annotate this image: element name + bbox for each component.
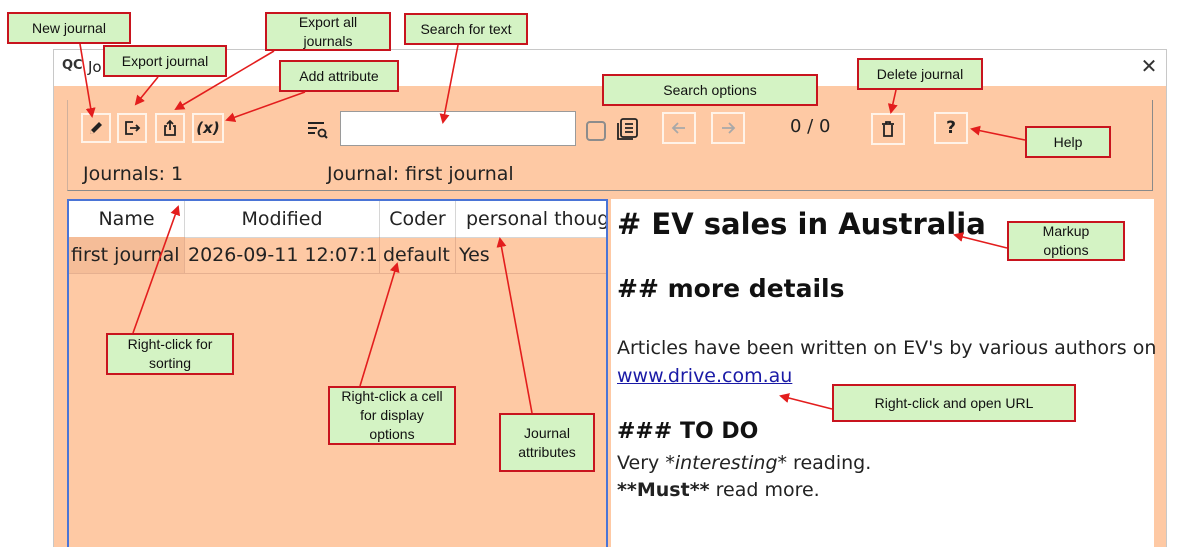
text-read-more: read more. — [709, 479, 820, 501]
app-logo-icon: QC — [62, 58, 83, 73]
callout-journal-attributes: Journal attributes — [499, 413, 595, 472]
toolbar-frame — [67, 100, 1153, 191]
markdown-line-1: Very *interesting* reading. — [617, 452, 871, 474]
trash-icon — [882, 121, 894, 137]
add-attribute-button[interactable]: (x) — [192, 113, 224, 143]
text-reading: reading. — [787, 452, 872, 474]
header-coder[interactable]: Coder — [380, 201, 456, 237]
header-personal-thoughts[interactable]: personal thoug — [456, 201, 606, 237]
help-button[interactable]: ? — [934, 112, 968, 144]
callout-export-journal: Export journal — [103, 45, 227, 77]
cell-personal-thoughts[interactable]: Yes — [456, 237, 606, 273]
search-input[interactable] — [340, 111, 576, 146]
next-match-button[interactable] — [711, 112, 745, 144]
delete-journal-button[interactable] — [871, 113, 905, 145]
markdown-h2: ## more details — [617, 274, 845, 303]
text-interesting: *interesting* — [665, 452, 788, 474]
export-arrow-icon — [125, 121, 141, 135]
arrow-left-icon — [671, 122, 685, 134]
callout-add-attribute: Add attribute — [279, 60, 399, 92]
markdown-paragraph: Articles have been written on EV's by va… — [617, 337, 1157, 359]
match-counter: 0 / 0 — [790, 116, 831, 137]
text-must: **Must** — [617, 479, 710, 501]
pencil-icon — [90, 122, 102, 134]
header-modified[interactable]: Modified — [185, 201, 380, 237]
markdown-link[interactable]: www.drive.com.au — [617, 365, 792, 387]
cell-coder[interactable]: default — [380, 237, 456, 273]
table-row[interactable]: first journal 2026-09-11 12:07:19 defaul… — [69, 237, 606, 274]
callout-delete-journal: Delete journal — [857, 58, 983, 90]
new-journal-button[interactable] — [81, 113, 111, 143]
window-title: Jo — [88, 58, 102, 76]
callout-export-all: Export all journals — [265, 12, 391, 51]
text-very: Very — [617, 452, 666, 474]
markdown-h3: ### TO DO — [617, 419, 759, 444]
callout-markup-options: Markup options — [1007, 221, 1125, 261]
table-header: Name Modified Coder personal thoug — [69, 201, 606, 238]
search-options-list-icon[interactable] — [615, 117, 639, 141]
current-journal-label: Journal: first journal — [327, 163, 514, 185]
markdown-line-2: **Must** read more. — [617, 479, 820, 501]
previous-match-button[interactable] — [662, 112, 696, 144]
cell-name[interactable]: first journal — [69, 237, 185, 273]
markdown-h1: # EV sales in Australia — [617, 207, 986, 241]
close-button[interactable]: ✕ — [1138, 55, 1160, 77]
journals-count: Journals: 1 — [83, 163, 184, 185]
share-box-icon — [164, 119, 176, 136]
arrow-right-icon — [722, 122, 736, 134]
search-filter-icon[interactable] — [307, 120, 329, 140]
callout-right-click-url: Right-click and open URL — [832, 384, 1076, 422]
search-option-checkbox[interactable] — [586, 121, 606, 141]
variable-x-icon: (x) — [196, 119, 220, 137]
callout-search-options: Search options — [602, 74, 818, 106]
callout-right-click-cell: Right-click a cell for display options — [328, 386, 456, 445]
export-journal-button[interactable] — [117, 113, 147, 143]
header-name[interactable]: Name — [69, 201, 185, 237]
callout-right-click-sorting: Right-click for sorting — [106, 333, 234, 375]
callout-search-text: Search for text — [404, 13, 528, 45]
cell-modified[interactable]: 2026-09-11 12:07:19 — [185, 237, 380, 273]
callout-help: Help — [1025, 126, 1111, 158]
export-all-journals-button[interactable] — [155, 113, 185, 143]
callout-new-journal: New journal — [7, 12, 131, 44]
